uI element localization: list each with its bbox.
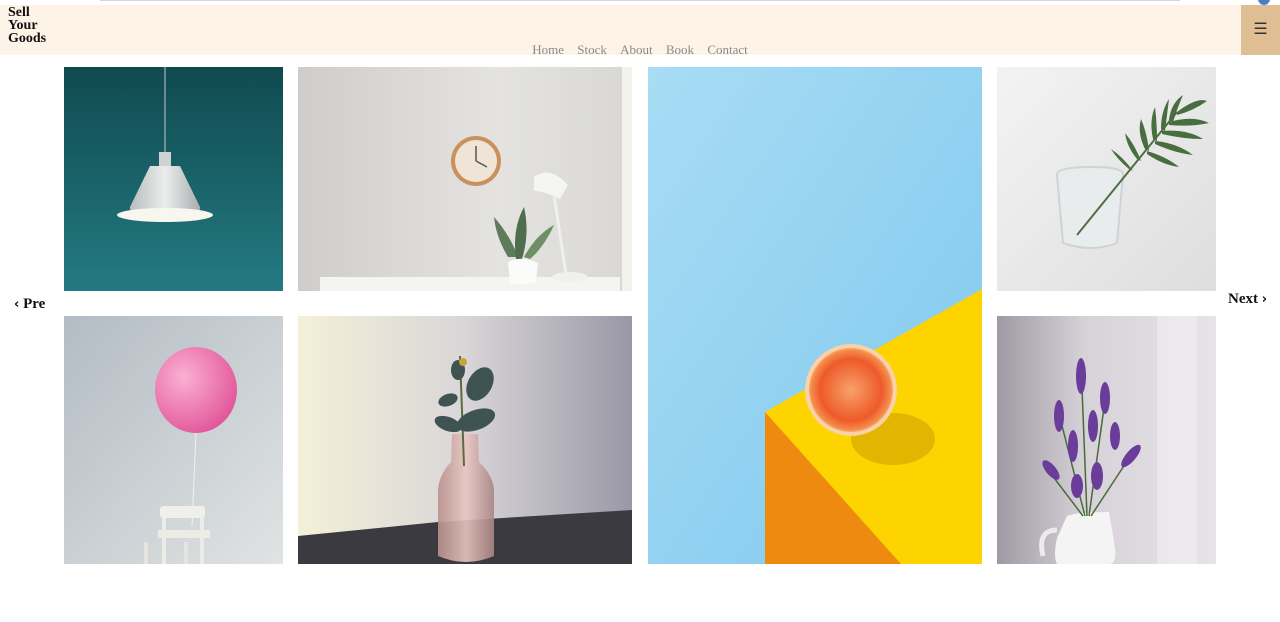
site-header: Sell Your Goods Home Stock About Book Co… — [0, 5, 1280, 58]
nav-contact[interactable]: Contact — [707, 42, 747, 57]
gallery-image-pink-balloon[interactable] — [64, 316, 283, 564]
gallery-image-leaf-in-glass[interactable] — [997, 67, 1216, 291]
next-button[interactable]: Next › — [1228, 291, 1267, 308]
gallery-image-lavender[interactable] — [997, 316, 1216, 564]
chevron-left-icon: ‹ — [14, 297, 20, 312]
nav-about[interactable]: About — [620, 42, 653, 57]
leaf-in-glass-image — [997, 67, 1216, 291]
gallery-image-pendant-lamp[interactable] — [64, 67, 283, 291]
main-nav: Home Stock About Book Contact — [0, 42, 1280, 58]
prev-label: Pre — [23, 296, 46, 312]
chevron-right-icon: › — [1261, 292, 1268, 307]
hamburger-icon: ☰ — [1253, 21, 1268, 38]
nav-book[interactable]: Book — [666, 42, 694, 57]
prev-button[interactable]: ‹ Pre — [14, 296, 45, 313]
hamburger-menu-button[interactable]: ☰ — [1241, 5, 1280, 55]
next-label: Next — [1228, 291, 1258, 307]
clock-lamp-plant-image — [298, 67, 632, 291]
brand-logo[interactable]: Sell Your Goods — [8, 6, 46, 46]
eucalyptus-vase-image — [298, 316, 632, 564]
grapefruit-image — [648, 67, 982, 564]
pink-balloon-image — [64, 316, 283, 564]
gallery-image-grapefruit[interactable] — [648, 67, 982, 564]
lavender-image — [997, 316, 1216, 564]
pendant-lamp-image — [64, 67, 283, 291]
gallery-image-eucalyptus-vase[interactable] — [298, 316, 632, 564]
nav-home[interactable]: Home — [532, 42, 564, 57]
nav-stock[interactable]: Stock — [577, 42, 607, 57]
gallery-image-clock-lamp-plant[interactable] — [298, 67, 632, 291]
address-bar-edge — [100, 0, 1180, 1]
